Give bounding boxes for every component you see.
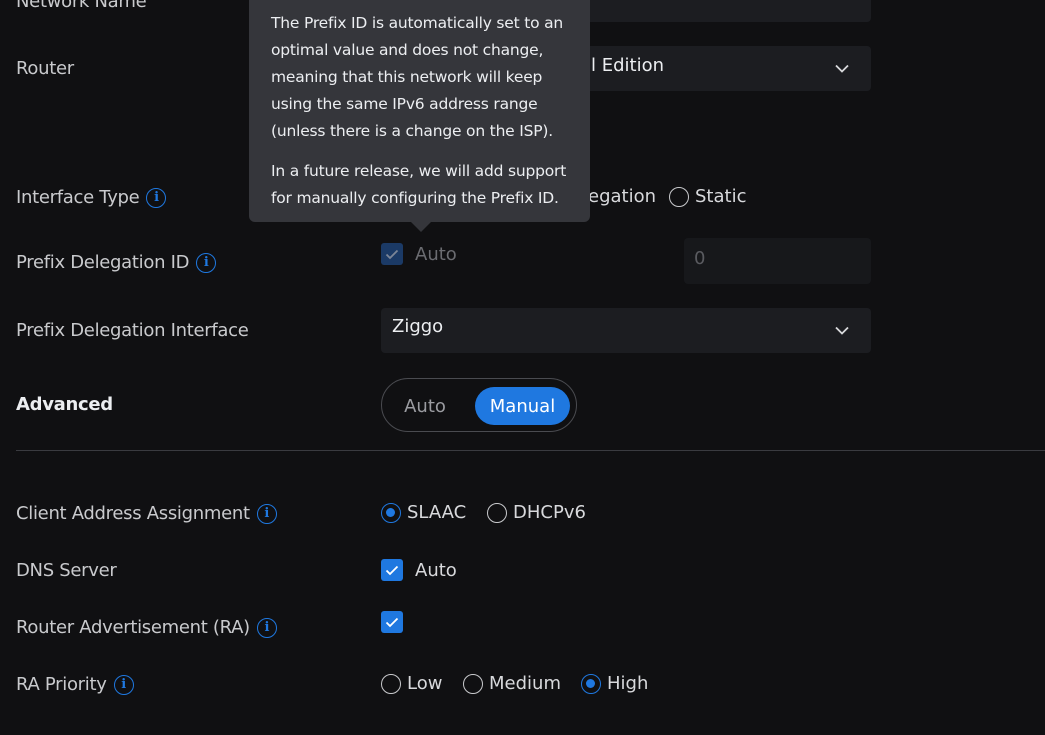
network-name-label: Network Name — [16, 0, 147, 12]
checkbox-checked-icon — [381, 611, 403, 633]
router-advertisement-label: Router Advertisement (RA) i — [16, 617, 277, 638]
info-icon[interactable]: i — [146, 187, 167, 208]
slaac-option[interactable]: SLAAC — [381, 502, 466, 523]
interface-type-label: Interface Type i — [16, 187, 167, 208]
ra-priority-medium-option[interactable]: Medium — [463, 673, 561, 694]
router-label: Router — [16, 58, 74, 79]
tooltip-paragraph-1: The Prefix ID is automatically set to an… — [271, 14, 564, 140]
chevron-down-icon — [835, 326, 849, 335]
dns-auto-checkbox[interactable]: Auto — [381, 559, 457, 581]
dhcpv6-radio[interactable] — [487, 502, 507, 523]
dns-server-label: DNS Server — [16, 560, 117, 581]
tooltip-arrow — [410, 221, 432, 232]
prefix-delegation-interface-select[interactable]: Ziggo — [381, 308, 871, 353]
checkbox-checked-icon — [381, 243, 403, 265]
dhcpv6-option[interactable]: DHCPv6 — [487, 502, 586, 523]
client-address-assignment-label: Client Address Assignment i — [16, 503, 277, 524]
chevron-down-icon — [835, 64, 849, 73]
prefix-delegation-id-label: Prefix Delegation ID i — [16, 252, 217, 273]
ra-priority-low-option[interactable]: Low — [381, 673, 442, 694]
router-select-value: l Edition — [591, 55, 665, 76]
slaac-radio[interactable] — [381, 502, 401, 523]
info-icon[interactable]: i — [256, 617, 277, 638]
prefix-id-auto-checkbox[interactable]: Auto — [381, 243, 457, 265]
info-icon[interactable]: i — [256, 503, 277, 524]
advanced-label: Advanced — [16, 394, 113, 415]
static-radio[interactable] — [669, 186, 689, 207]
medium-radio[interactable] — [463, 673, 483, 694]
advanced-auto-option[interactable]: Auto — [390, 387, 460, 425]
ra-priority-label: RA Priority i — [16, 674, 134, 695]
info-icon[interactable]: i — [196, 252, 217, 273]
ra-priority-high-option[interactable]: High — [581, 673, 648, 694]
prefix-id-tooltip: The Prefix ID is automatically set to an… — [249, 0, 590, 222]
advanced-manual-option[interactable]: Manual — [475, 387, 570, 425]
pd-interface-value: Ziggo — [392, 316, 444, 337]
tooltip-paragraph-2: In a future release, we will add support… — [271, 162, 567, 207]
section-divider — [16, 450, 1045, 451]
high-radio[interactable] — [581, 673, 601, 694]
prefix-delegation-interface-label: Prefix Delegation Interface — [16, 320, 249, 341]
interface-type-option-pd[interactable]: egation — [588, 186, 656, 207]
interface-type-option-static[interactable]: Static — [669, 186, 746, 207]
checkbox-checked-icon — [381, 559, 403, 581]
advanced-mode-toggle: Auto Manual — [381, 378, 577, 432]
ra-checkbox[interactable] — [381, 611, 403, 633]
low-radio[interactable] — [381, 673, 401, 694]
prefix-id-input[interactable]: 0 — [684, 238, 871, 284]
info-icon[interactable]: i — [113, 674, 134, 695]
